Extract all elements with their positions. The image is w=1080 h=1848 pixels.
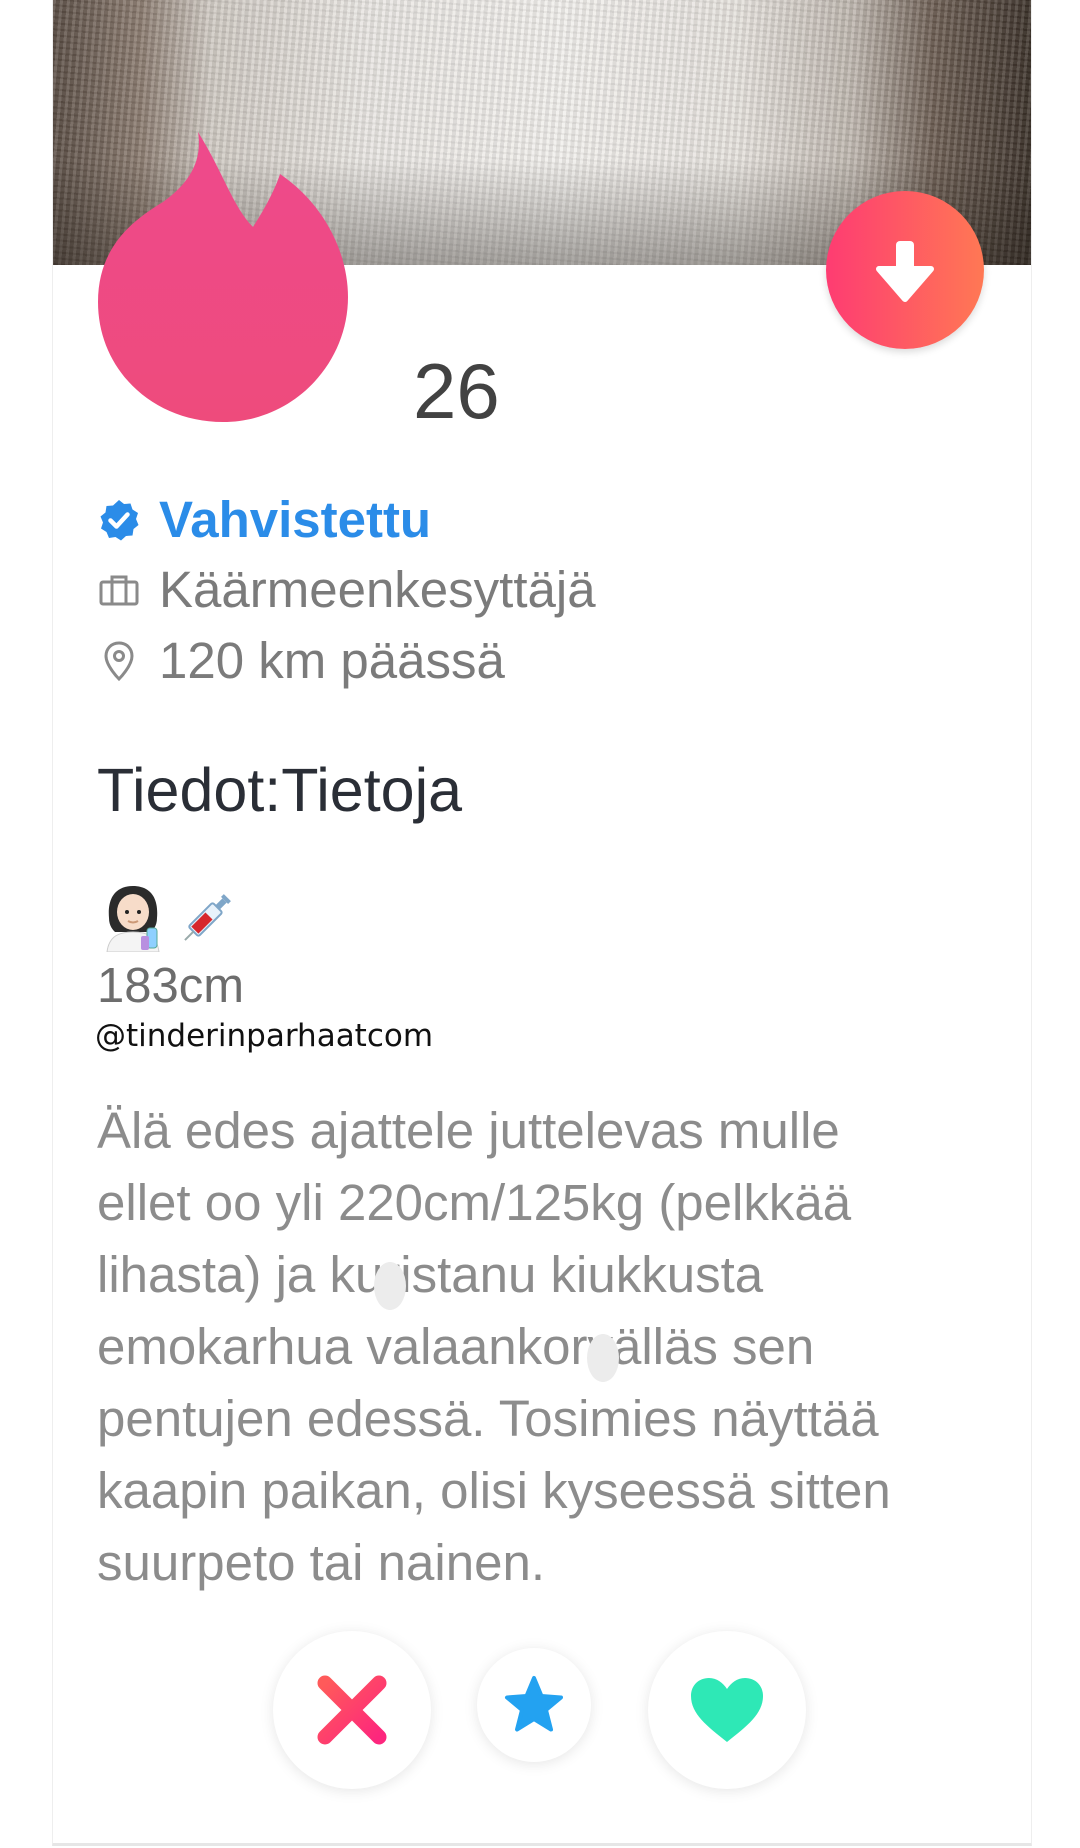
verified-label: Vahvistettu — [159, 491, 432, 548]
collapse-profile-button[interactable] — [826, 191, 984, 349]
age-label: 26 — [413, 347, 500, 435]
distance-label: 120 km päässä — [159, 632, 505, 689]
nope-button[interactable] — [273, 1631, 431, 1789]
job-row: Käärmeenkesyttäjä — [97, 560, 596, 619]
bio-emojis — [97, 880, 245, 952]
profile-card: 26 Vahvistettu Käärmeenkesyttäjä 120 km … — [52, 0, 1032, 1846]
arrow-down-icon — [876, 241, 934, 302]
like-button[interactable] — [648, 1631, 806, 1789]
super-like-button[interactable] — [477, 1648, 591, 1762]
about-heading: Tiedot:Tietoja — [97, 756, 463, 824]
location-pin-icon — [97, 639, 141, 683]
briefcase-icon — [97, 568, 141, 612]
star-icon — [505, 1676, 563, 1732]
tinder-flame-icon — [98, 132, 348, 422]
x-icon — [317, 1675, 387, 1745]
distance-row: 120 km päässä — [97, 631, 505, 690]
height-label: 183cm — [97, 959, 245, 1013]
censor-blot — [374, 1262, 406, 1310]
syringe-emoji — [184, 894, 231, 941]
verified-row: Vahvistettu — [97, 490, 431, 549]
verified-badge-icon — [97, 498, 141, 542]
heart-icon — [691, 1678, 763, 1742]
watermark: @tinderinparhaatcom — [95, 1018, 434, 1054]
job-label: Käärmeenkesyttäjä — [159, 561, 596, 618]
woman-health-worker-emoji — [106, 886, 160, 952]
bio-text: Älä edes ajattele juttelevas mulle ellet… — [97, 1102, 891, 1591]
censor-blot — [587, 1334, 619, 1382]
